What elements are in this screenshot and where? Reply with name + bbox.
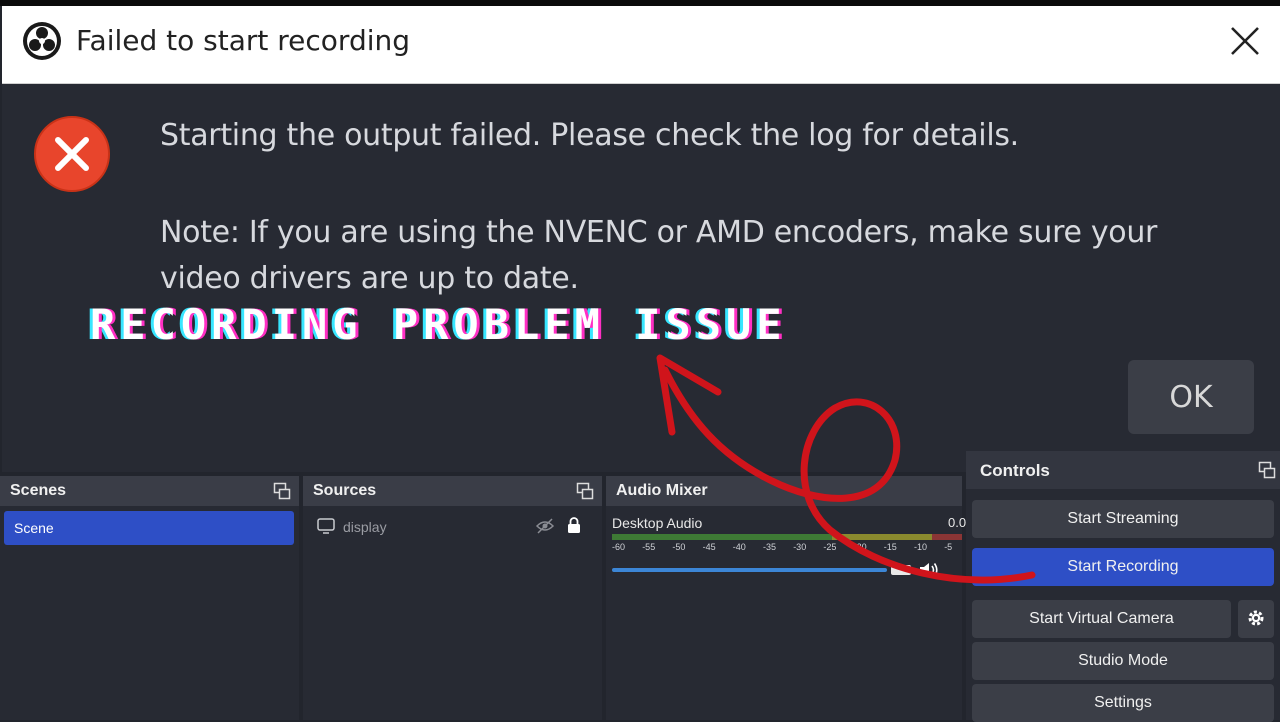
error-icon	[34, 116, 110, 192]
volume-slider[interactable]	[612, 568, 887, 572]
scenes-title: Scenes	[10, 482, 67, 499]
meter-tick-label: -40	[732, 542, 746, 552]
obs-logo-icon	[23, 22, 61, 60]
controls-title: Controls	[980, 461, 1050, 480]
start-streaming-button[interactable]: Start Streaming	[972, 500, 1274, 538]
error-message: Starting the output failed. Please check…	[160, 118, 1019, 153]
meter-tick-label: -10	[914, 542, 928, 552]
undock-icon[interactable]	[576, 482, 594, 500]
controls-panel: Controls Start Streaming Start Recording…	[966, 451, 1280, 722]
meter-tick-label: -55	[642, 542, 656, 552]
audio-track-db: 0.0	[948, 515, 967, 530]
scene-list-item[interactable]: Scene	[4, 511, 294, 545]
ok-button[interactable]: OK	[1128, 360, 1254, 434]
mixer-header: Audio Mixer	[606, 476, 962, 506]
sources-title: Sources	[313, 482, 377, 499]
controls-header: Controls	[966, 451, 1280, 489]
monitor-icon	[317, 518, 335, 534]
meter-tick-label: -35	[763, 542, 777, 552]
gear-icon	[1248, 610, 1264, 625]
audio-mixer-panel: Audio Mixer Desktop Audio 0.0 -60 -55 -50-…	[606, 476, 966, 720]
meter-tick-label: -45	[702, 542, 716, 552]
visibility-hidden-icon[interactable]	[535, 518, 555, 534]
source-name: display	[343, 519, 387, 535]
meter-tick-label: -25	[823, 542, 837, 552]
overlay-caption: RECORDING PROBLEM ISSUE	[90, 300, 787, 349]
audio-track-name: Desktop Audio	[612, 515, 703, 531]
mixer-title: Audio Mixer	[616, 482, 708, 499]
meter-tick-label: -5	[944, 542, 953, 552]
meter-scale: -60 -55 -50 -45 -40 -35 -30 -25 -20 -15 -10 -5	[612, 542, 962, 558]
lock-icon[interactable]	[567, 517, 581, 533]
volume-slider-handle[interactable]	[891, 565, 911, 575]
close-icon[interactable]	[1226, 22, 1264, 60]
error-note: Note: If you are using the NVENC or AMD …	[160, 215, 1158, 296]
meter-tick-label: -20	[853, 542, 867, 552]
meter-tick-label: -30	[793, 542, 807, 552]
sources-panel: Sources display	[303, 476, 602, 720]
start-recording-button[interactable]: Start Recording	[972, 548, 1274, 586]
speaker-icon[interactable]	[918, 560, 940, 580]
scenes-panel: Scenes Scene	[0, 476, 299, 720]
meter-tick-label: -15	[883, 542, 897, 552]
source-list-item[interactable]: display	[303, 514, 602, 542]
scene-name: Scene	[14, 520, 54, 536]
undock-icon[interactable]	[273, 482, 291, 500]
settings-button[interactable]: Settings	[972, 684, 1274, 722]
dialog-title: Failed to start recording	[76, 24, 411, 57]
start-virtual-camera-button[interactable]: Start Virtual Camera	[972, 600, 1231, 638]
meter-tick-label: -50	[672, 542, 686, 552]
meter-tick-label: -60	[612, 542, 626, 552]
virtual-camera-settings-button[interactable]	[1238, 600, 1274, 638]
studio-mode-button[interactable]: Studio Mode	[972, 642, 1274, 680]
undock-icon[interactable]	[1258, 461, 1276, 479]
sources-header: Sources	[303, 476, 602, 506]
scenes-header: Scenes	[0, 476, 299, 506]
volume-meter	[612, 534, 962, 540]
